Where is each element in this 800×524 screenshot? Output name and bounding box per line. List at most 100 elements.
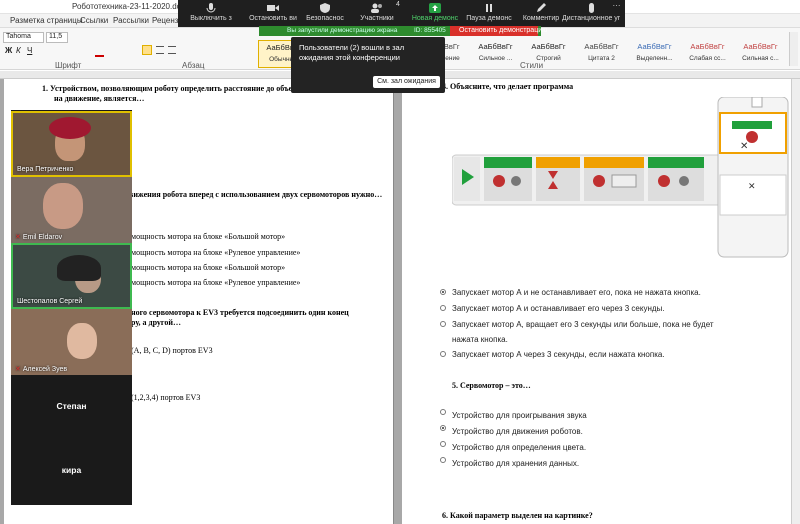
share-icon bbox=[429, 3, 441, 13]
align-left-button[interactable] bbox=[142, 45, 152, 55]
question-1-cont: на движение, является… bbox=[54, 94, 145, 103]
answer-4d-radio[interactable] bbox=[440, 351, 446, 357]
mic-icon bbox=[206, 3, 216, 13]
sensor-block bbox=[584, 157, 644, 201]
style-sample: АаБбВвГг bbox=[478, 42, 513, 51]
mic-muted-icon: ✕ bbox=[15, 366, 23, 373]
mute-button[interactable]: Выключить з bbox=[182, 1, 240, 27]
participant-tile[interactable]: Шестопалов Сергей bbox=[11, 243, 132, 309]
question-3-cont: ру, а другой… bbox=[131, 318, 181, 327]
style-sample: АаБбВвГг bbox=[637, 42, 672, 51]
answer-4c-cont: нажата кнопка. bbox=[452, 335, 508, 344]
participant-gallery: Вера Петриченко ✕ Emil Eldarov Шестопало… bbox=[11, 110, 132, 505]
stop-block bbox=[648, 157, 704, 201]
participant-name: Алексей Зуев bbox=[22, 366, 68, 373]
stop-share-label: Остановить демонстрацию bbox=[459, 27, 548, 34]
remote-icon bbox=[589, 3, 594, 13]
security-button[interactable]: Безопаснос bbox=[296, 1, 354, 27]
question-4: 4. Объясните, что делает программа bbox=[442, 82, 574, 91]
option-2d: мощность мотора на блоке «Рулевое управл… bbox=[131, 278, 301, 287]
waiting-room-message: Пользователи (2) вошли в зал ожидания эт… bbox=[299, 43, 405, 62]
avatar bbox=[67, 323, 97, 359]
style-name: Сильная с... bbox=[742, 55, 779, 62]
sharing-text: Вы запустили демонстрацию экрана bbox=[287, 27, 398, 34]
answer-5a: Устройство для проигрывания звука bbox=[452, 411, 587, 420]
style-name: Слабая сс... bbox=[689, 55, 726, 62]
avatar bbox=[43, 183, 83, 229]
answer-5c-radio[interactable] bbox=[440, 441, 446, 447]
more-button[interactable]: ··· bbox=[608, 1, 625, 27]
question-3: ного сервомотора к EV3 требуется подсоед… bbox=[131, 308, 349, 317]
participants-icon bbox=[371, 3, 382, 13]
participant-tile[interactable]: Вера Петриченко bbox=[11, 111, 132, 177]
group-styles-label: Стили bbox=[520, 61, 544, 70]
video-icon bbox=[267, 5, 279, 11]
participant-name: Emil Eldarov bbox=[22, 234, 63, 241]
vertical-scrollbar[interactable] bbox=[791, 79, 800, 524]
tab-references[interactable]: Ссылки bbox=[80, 16, 108, 25]
participant-tile[interactable]: ✕ Emil Eldarov bbox=[11, 177, 132, 243]
answer-4b-radio[interactable] bbox=[440, 305, 446, 311]
new-share-button[interactable]: Новая демонс bbox=[406, 1, 464, 27]
stop-video-button[interactable]: Остановить ви bbox=[244, 1, 302, 27]
question-6: 6. Какой параметр выделен на картинке? bbox=[442, 511, 593, 520]
style-item[interactable]: АаБбВвГг Сильное ... bbox=[470, 40, 521, 68]
style-name: Сильное ... bbox=[478, 55, 513, 62]
participant-tile[interactable]: ✕ Алексей Зуев bbox=[11, 309, 132, 375]
answer-5a-radio[interactable] bbox=[440, 409, 446, 415]
style-name: Выделенн... bbox=[636, 55, 673, 62]
mic-muted-icon: ✕ bbox=[15, 234, 23, 241]
pause-share-button[interactable]: Пауза демонс bbox=[460, 1, 518, 27]
wait-block bbox=[536, 157, 580, 201]
question-2: вижения робота вперед с использованием д… bbox=[129, 190, 383, 199]
style-item[interactable]: АаБбВвГг Сильная с... bbox=[735, 40, 786, 68]
view-waiting-room-button[interactable]: См. зал ожидания bbox=[373, 76, 440, 88]
answer-4c-radio[interactable] bbox=[440, 321, 446, 327]
more-icon: ··· bbox=[612, 1, 621, 10]
style-item[interactable]: АаБбВвГг Цитата 2 bbox=[576, 40, 627, 68]
svg-text:✕: ✕ bbox=[748, 182, 756, 192]
sharing-id: ID: 855405 bbox=[414, 27, 446, 34]
tab-layout[interactable]: Разметка страницы bbox=[10, 16, 83, 25]
answer-5d: Устройство для хранения данных. bbox=[452, 459, 580, 468]
participant-name: Степан bbox=[56, 401, 87, 411]
participants-count-badge: 4 bbox=[396, 1, 400, 8]
answer-5b-radio[interactable] bbox=[440, 425, 446, 431]
answer-4a-radio[interactable] bbox=[440, 289, 446, 295]
style-item[interactable]: АаБбВвГг Выделенн... bbox=[629, 40, 680, 68]
participant-tile[interactable]: кира bbox=[11, 439, 132, 503]
answer-5b: Устройство для движения роботов. bbox=[452, 427, 583, 436]
align-center-button[interactable] bbox=[156, 46, 164, 54]
option-3a: (A, B, C, D) портов EV3 bbox=[131, 346, 213, 355]
answer-5c: Устройство для определения цвета. bbox=[452, 443, 587, 452]
align-right-button[interactable] bbox=[168, 46, 176, 54]
ev3-program-image: ✕ ✕ bbox=[452, 97, 789, 258]
italic-button[interactable]: К bbox=[16, 46, 21, 55]
option-2c: мощность мотора на блоке «Большой мотор» bbox=[131, 263, 286, 272]
annotate-icon bbox=[537, 3, 546, 12]
style-item[interactable]: АаБбВвГг Слабая сс... bbox=[682, 40, 733, 68]
answer-5d-radio[interactable] bbox=[440, 457, 446, 463]
participant-tile[interactable]: Степан bbox=[11, 375, 132, 439]
underline-button[interactable]: Ч bbox=[27, 46, 32, 55]
style-sample: АаБбВвГг bbox=[531, 42, 566, 51]
pause-icon bbox=[486, 4, 492, 12]
answer-4c: Запускает мотор А, вращает его 3 секунды… bbox=[452, 320, 714, 329]
ribbon-scroll[interactable] bbox=[789, 32, 798, 66]
question-1: 1. Устройством, позволяющим роботу опред… bbox=[42, 84, 293, 93]
shield-icon bbox=[320, 3, 330, 13]
font-size-select[interactable]: 11,5 bbox=[46, 32, 68, 43]
font-name-select[interactable]: Tahoma bbox=[3, 32, 44, 43]
style-sample: АаБбВвГг bbox=[690, 42, 725, 51]
svg-text:✕: ✕ bbox=[740, 141, 748, 152]
question-5: 5. Сервомотор – это… bbox=[452, 381, 531, 390]
option-3b: (1,2,3,4) портов EV3 bbox=[131, 393, 201, 402]
tab-mailings[interactable]: Рассылки bbox=[113, 16, 149, 25]
stop-share-button[interactable]: Остановить демонстрацию bbox=[450, 26, 547, 36]
answer-4a: Запускает мотор А и не останавливает его… bbox=[452, 288, 701, 297]
bold-button[interactable]: Ж bbox=[5, 46, 12, 55]
motor-block bbox=[484, 157, 532, 201]
group-paragraph-label: Абзац bbox=[182, 61, 205, 70]
right-page: 4. Объясните, что делает программа ✕ ✕ З… bbox=[402, 79, 800, 524]
font-color-icon[interactable] bbox=[95, 55, 104, 57]
